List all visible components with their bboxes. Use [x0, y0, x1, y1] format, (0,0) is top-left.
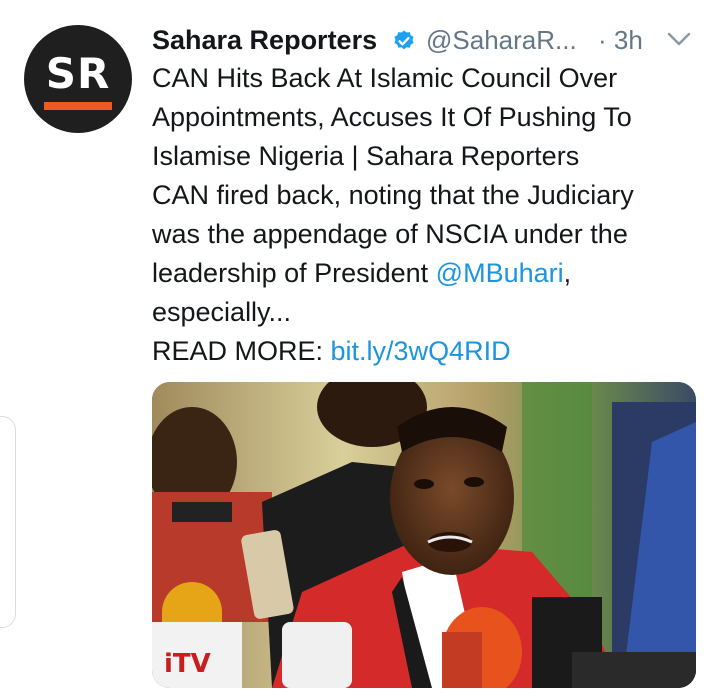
tweet-text-line: CAN fired back, noting that the Judiciar… [152, 180, 634, 210]
tweet-text: CAN Hits Back At Islamic Council Over Ap… [152, 59, 712, 371]
chevron-down-icon[interactable] [666, 30, 692, 48]
media-photo: iTV [152, 382, 696, 688]
tweet-text-fragment: leadership of President [152, 258, 436, 288]
tweet-media-image[interactable]: iTV [152, 382, 696, 688]
media-logo-text: iTV [164, 649, 211, 679]
tweet-text-line: especially... [152, 297, 292, 327]
tweet-header: Sahara Reporters @SaharaR... · 3h [152, 20, 702, 60]
tweet-timestamp[interactable]: · 3h [598, 20, 643, 60]
tweet-text-line: CAN Hits Back At Islamic Council Over [152, 63, 618, 93]
avatar[interactable]: SR [24, 25, 132, 133]
author-handle[interactable]: @SaharaR... [426, 20, 577, 60]
article-link[interactable]: bit.ly/3wQ4RID [331, 336, 511, 366]
tweet-text-line: leadership of President @MBuhari, [152, 254, 712, 293]
avatar-accent-bar [44, 102, 112, 110]
author-name[interactable]: Sahara Reporters [152, 20, 377, 60]
tweet-text-line: Appointments, Accuses It Of Pushing To [152, 102, 632, 132]
read-more-label: READ MORE: [152, 336, 331, 366]
tweet-text-line: Islamise Nigeria | Sahara Reporters [152, 141, 580, 171]
tweet-card[interactable]: SR Sahara Reporters @SaharaR... · 3h CAN… [0, 0, 720, 699]
tweet-text-line: READ MORE: bit.ly/3wQ4RID [152, 332, 712, 371]
mention-link[interactable]: @MBuhari [436, 258, 564, 288]
avatar-initials: SR [45, 49, 111, 98]
adjacent-card-edge [0, 416, 16, 628]
verified-badge-icon [394, 30, 414, 50]
tweet-text-line: was the appendage of NSCIA under the [152, 219, 628, 249]
tweet-text-fragment: , [563, 258, 572, 288]
